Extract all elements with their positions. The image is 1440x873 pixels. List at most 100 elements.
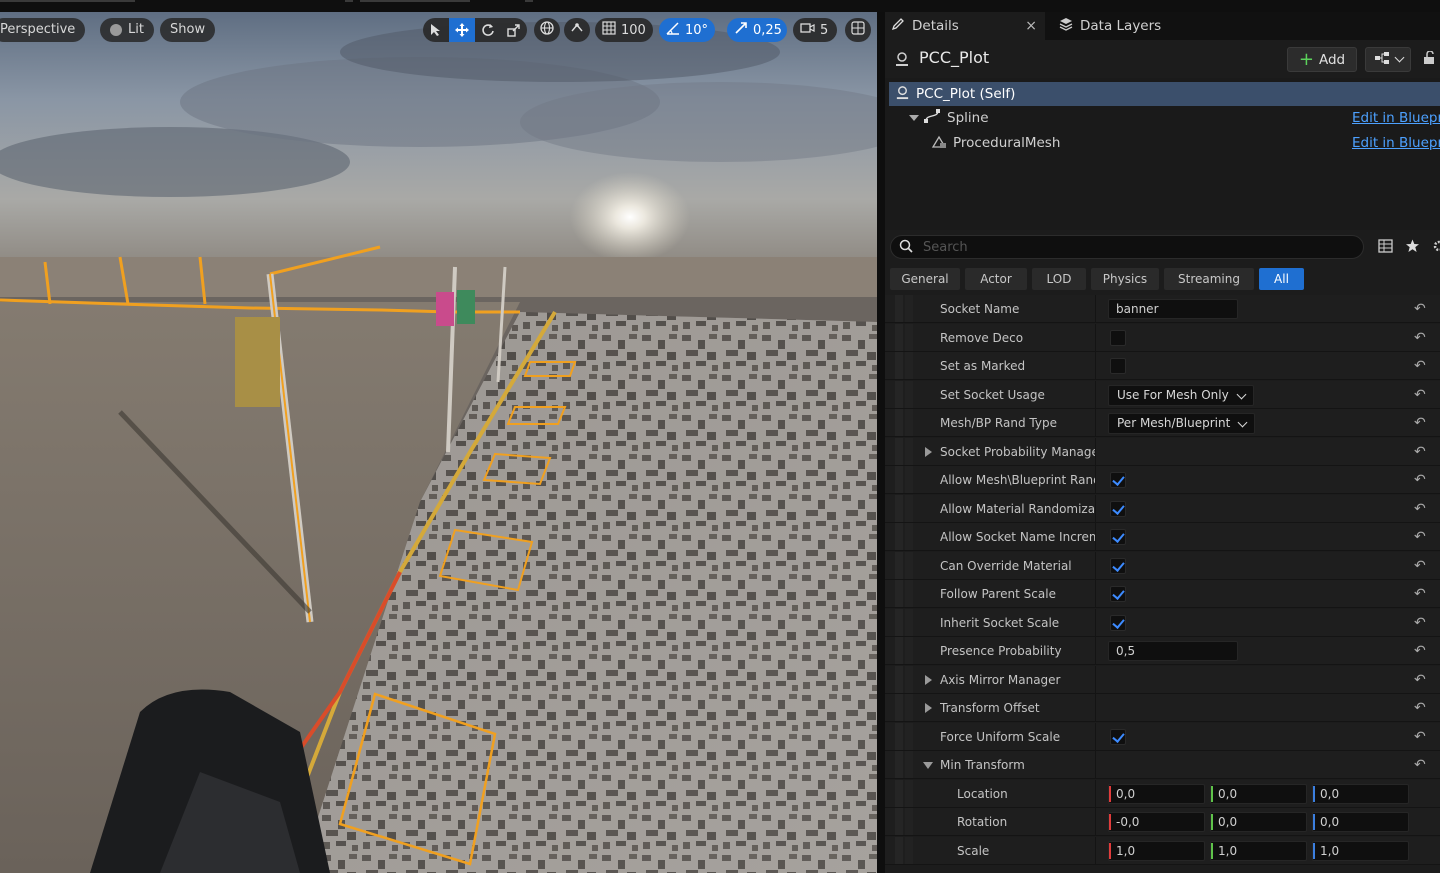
rotate-tool-icon[interactable] (475, 18, 501, 42)
reset-arrow-icon[interactable]: ↶ (1414, 444, 1426, 460)
reset-arrow-icon[interactable]: ↶ (1414, 472, 1426, 488)
table-view-icon[interactable] (1378, 239, 1393, 257)
layout-icon (851, 21, 865, 39)
reset-arrow-icon[interactable]: ↶ (1414, 615, 1426, 631)
property-row-can-override-material: Can Override Material ↶ (885, 551, 1440, 580)
property-row-location: Location 0,0 0,0 0,0 (885, 779, 1440, 808)
inherit-socket-scale-checkbox[interactable] (1110, 614, 1126, 631)
reset-arrow-icon[interactable]: ↶ (1414, 358, 1426, 374)
select-tool-icon[interactable] (423, 18, 449, 42)
location-x-field[interactable]: 0,0 (1108, 783, 1205, 804)
level-viewport[interactable]: Perspective Lit Show 100 10° 0,25 5 (0, 12, 877, 873)
rotation-x-field[interactable]: -0,0 (1108, 812, 1205, 832)
perspective-button[interactable]: Perspective (0, 18, 86, 42)
remove-deco-checkbox[interactable] (1110, 329, 1126, 346)
property-row-axis-mirror-manager[interactable]: Axis Mirror Manager ↶ (885, 665, 1440, 694)
reset-arrow-icon[interactable]: ↶ (1414, 757, 1426, 773)
scale-snap-toggle[interactable]: 0,25 (727, 18, 787, 42)
property-row-transform-offset[interactable]: Transform Offset ↶ (885, 694, 1440, 722)
actor-icon (895, 85, 910, 104)
collapse-arrow-icon[interactable] (923, 762, 933, 769)
filter-lod[interactable]: LOD (1032, 268, 1086, 290)
blueprint-options-button[interactable] (1365, 47, 1411, 72)
expand-arrow-icon[interactable] (925, 674, 932, 685)
scale-tool-icon[interactable] (501, 18, 527, 42)
add-label: Add (1318, 51, 1346, 68)
rotation-z-field[interactable]: 0,0 (1312, 812, 1409, 832)
view-mode-button[interactable]: Lit (100, 18, 154, 42)
property-label: Set as Marked (940, 359, 1026, 373)
panel-splitter[interactable] (877, 12, 885, 873)
expand-arrow-icon[interactable] (925, 703, 932, 713)
filter-all[interactable]: All (1259, 268, 1304, 290)
search-input[interactable] (921, 238, 1345, 256)
reset-arrow-icon[interactable]: ↶ (1414, 387, 1426, 403)
reset-arrow-icon[interactable]: ↶ (1414, 330, 1426, 346)
show-button[interactable]: Show (160, 18, 216, 42)
follow-parent-scale-checkbox[interactable] (1110, 586, 1126, 602)
lit-sphere-icon (110, 24, 122, 36)
allow-mesh-rand-checkbox[interactable] (1110, 472, 1126, 488)
favorites-star-icon[interactable] (1405, 239, 1420, 257)
component-row-self[interactable]: PCC_Plot (Self) (889, 82, 1440, 106)
rotation-snap-toggle[interactable]: 10° (659, 18, 715, 42)
rand-type-dropdown[interactable]: Per Mesh/Blueprint (1108, 413, 1256, 434)
allow-material-rand-checkbox[interactable] (1110, 500, 1126, 517)
reset-arrow-icon[interactable]: ↶ (1414, 501, 1426, 517)
property-label: Inherit Socket Scale (940, 615, 1060, 630)
component-label: PCC_Plot (Self) (916, 86, 1016, 102)
settings-gear-icon[interactable] (1432, 239, 1440, 257)
add-component-button[interactable]: + Add (1287, 47, 1357, 72)
surface-snapping-toggle[interactable] (564, 18, 590, 42)
component-row-proceduralmesh[interactable]: ProceduralMesh Edit in Blueprint (889, 131, 1440, 155)
filter-streaming[interactable]: Streaming (1164, 268, 1254, 290)
scale-snap-icon (734, 21, 748, 39)
reset-arrow-icon[interactable]: ↶ (1414, 529, 1426, 545)
camera-speed-button[interactable]: 5 (793, 18, 837, 42)
force-uniform-scale-checkbox[interactable] (1110, 728, 1126, 745)
socket-usage-dropdown[interactable]: Use For Mesh Only (1108, 384, 1254, 406)
rotation-y-field[interactable]: 0,0 (1210, 812, 1307, 832)
lock-icon[interactable] (1423, 50, 1435, 68)
filter-actor[interactable]: Actor (965, 268, 1027, 290)
filter-general[interactable]: General (890, 268, 960, 290)
component-tree: PCC_Plot (Self) Spline Edit in Blueprint… (885, 78, 1440, 230)
expand-arrow-icon[interactable] (925, 446, 932, 457)
scale-z-field[interactable]: 1,0 (1312, 840, 1409, 861)
world-local-toggle[interactable] (534, 18, 560, 42)
reset-arrow-icon[interactable]: ↶ (1414, 558, 1426, 574)
reset-arrow-icon[interactable]: ↶ (1414, 301, 1426, 317)
scale-x-field[interactable]: 1,0 (1108, 840, 1205, 861)
component-row-spline[interactable]: Spline Edit in Blueprint (889, 106, 1440, 130)
tab-data-layers[interactable]: Data Layers (1053, 12, 1203, 40)
edit-in-blueprint-link[interactable]: Edit in Blueprint (1352, 110, 1440, 126)
reset-arrow-icon[interactable]: ↶ (1414, 643, 1426, 659)
perspective-label: Perspective (0, 22, 76, 37)
allow-socket-name-incr-checkbox[interactable] (1110, 529, 1126, 545)
edit-in-blueprint-link[interactable]: Edit in Blueprint (1352, 135, 1440, 151)
can-override-material-checkbox[interactable] (1110, 557, 1126, 574)
socket-name-field[interactable]: banner (1108, 299, 1238, 319)
location-y-field[interactable]: 0,0 (1210, 783, 1307, 804)
strip-divider (345, 0, 353, 2)
viewport-layout-button[interactable] (845, 18, 871, 42)
property-row-socket-probability-manager[interactable]: Socket Probability Manager ↶ (885, 437, 1440, 466)
set-as-marked-checkbox[interactable] (1110, 358, 1126, 374)
filter-physics[interactable]: Physics (1091, 268, 1159, 290)
reset-arrow-icon[interactable]: ↶ (1414, 700, 1426, 716)
tab-details[interactable]: Details × (885, 12, 1045, 40)
grid-snap-toggle[interactable]: 100 (595, 18, 653, 42)
move-tool-icon[interactable] (449, 18, 475, 42)
scale-y-field[interactable]: 1,0 (1210, 840, 1307, 861)
reset-arrow-icon[interactable]: ↶ (1414, 672, 1426, 688)
property-row-min-transform[interactable]: Min Transform ↶ (885, 751, 1440, 779)
expand-arrow-icon[interactable] (909, 115, 919, 121)
reset-arrow-icon[interactable]: ↶ (1414, 729, 1426, 745)
presence-probability-field[interactable]: 0,5 (1108, 641, 1238, 661)
lit-label: Lit (128, 22, 144, 37)
reset-arrow-icon[interactable]: ↶ (1414, 586, 1426, 602)
transform-tools (423, 18, 527, 42)
close-tab-icon[interactable]: × (1025, 18, 1037, 34)
location-z-field[interactable]: 0,0 (1312, 783, 1409, 804)
reset-arrow-icon[interactable]: ↶ (1414, 415, 1426, 431)
